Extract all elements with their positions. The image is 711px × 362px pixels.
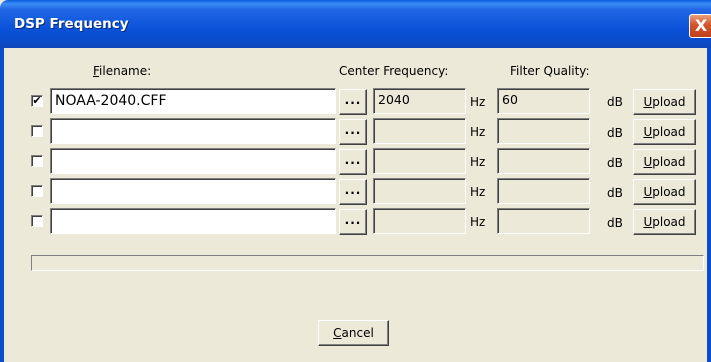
close-icon: X: [694, 16, 708, 35]
center-frequency-field: [373, 118, 466, 144]
hz-unit-label: Hz: [470, 95, 486, 109]
dsp-frequency-dialog: DSP Frequency X Filename: Center Frequen…: [0, 0, 711, 362]
filename-field[interactable]: [50, 178, 336, 204]
browse-button[interactable]: ...: [339, 209, 367, 235]
upload-button[interactable]: Upload: [633, 119, 696, 145]
db-unit-label: dB: [607, 186, 623, 200]
filter-quality-field: [497, 208, 590, 234]
filter-quality-field: [497, 178, 590, 204]
upload-button[interactable]: Upload: [633, 149, 696, 175]
browse-button[interactable]: ...: [339, 149, 367, 175]
filter-quality-field: [497, 148, 590, 174]
filename-field[interactable]: [50, 148, 336, 174]
cancel-button[interactable]: Cancel: [318, 320, 389, 346]
filter-quality-field: 60: [497, 88, 590, 114]
row-enable-checkbox[interactable]: [31, 155, 43, 167]
hz-unit-label: Hz: [470, 125, 486, 139]
browse-button[interactable]: ...: [339, 179, 367, 205]
db-unit-label: dB: [607, 126, 623, 140]
filename-field[interactable]: [50, 118, 336, 144]
center-frequency-field: 2040: [373, 88, 466, 114]
row-enable-checkbox[interactable]: [31, 215, 43, 227]
filename-header: Filename:: [93, 64, 152, 78]
db-unit-label: dB: [607, 95, 623, 109]
upload-progress-bar: [31, 255, 704, 271]
upload-button[interactable]: Upload: [633, 89, 696, 115]
filename-field[interactable]: NOAA-2040.CFF: [50, 88, 336, 114]
close-button[interactable]: X: [689, 14, 711, 38]
center-frequency-field: [373, 208, 466, 234]
row-enable-checkbox[interactable]: ✔: [31, 95, 43, 107]
browse-button[interactable]: ...: [339, 119, 367, 145]
hz-unit-label: Hz: [470, 215, 486, 229]
filter-quality-field: [497, 118, 590, 144]
db-unit-label: dB: [607, 216, 623, 230]
browse-button[interactable]: ...: [339, 89, 367, 115]
center-frequency-header: Center Frequency:: [339, 64, 449, 78]
filename-field[interactable]: [50, 208, 336, 234]
filter-quality-header: Filter Quality:: [510, 64, 590, 78]
hz-unit-label: Hz: [470, 185, 486, 199]
db-unit-label: dB: [607, 156, 623, 170]
window-title: DSP Frequency: [14, 16, 129, 32]
title-bar[interactable]: DSP Frequency X: [0, 0, 711, 48]
center-frequency-field: [373, 148, 466, 174]
window-right-border: [707, 48, 711, 362]
center-frequency-field: [373, 178, 466, 204]
window-left-border: [0, 48, 4, 362]
row-enable-checkbox[interactable]: [31, 125, 43, 137]
upload-button[interactable]: Upload: [633, 209, 696, 235]
upload-button[interactable]: Upload: [633, 179, 696, 205]
hz-unit-label: Hz: [470, 155, 486, 169]
row-enable-checkbox[interactable]: [31, 185, 43, 197]
